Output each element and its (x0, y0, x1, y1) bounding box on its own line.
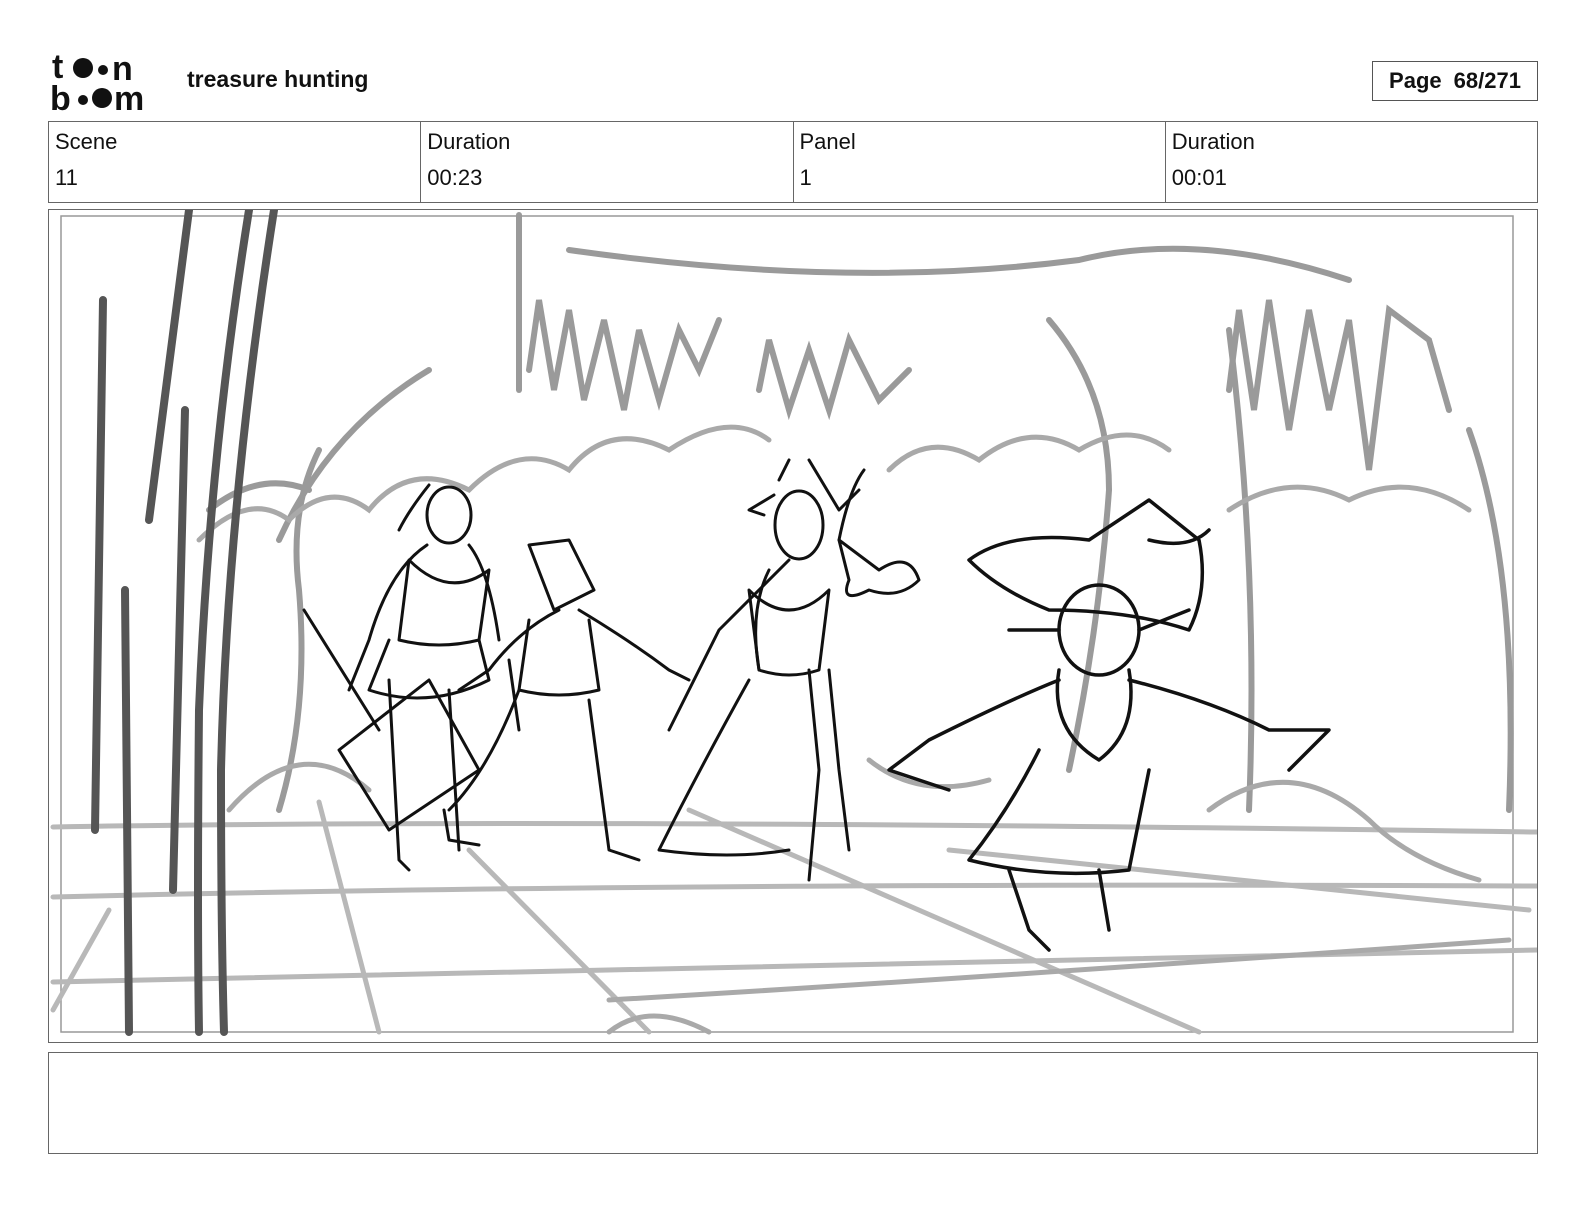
panel-duration-cell: Duration 00:01 (1166, 122, 1537, 202)
storyboard-panel (48, 209, 1538, 1043)
safe-frame (60, 215, 1514, 1033)
panel-label: Panel (799, 129, 856, 154)
scene-duration-label: Duration (427, 129, 511, 154)
panel-cell: Panel 1 (794, 122, 1166, 202)
foreground-trunks (91, 210, 278, 1036)
panel-duration-label: Duration (1171, 129, 1255, 154)
toon-boom-logo: t n b m (50, 48, 166, 118)
scene-duration-cell: Duration 00:23 (421, 122, 794, 202)
elf-sorceress-character (657, 458, 921, 882)
panel-duration-value: 00:01 (1171, 165, 1227, 190)
panel-value: 1 (799, 165, 812, 190)
scene-label: Scene (55, 129, 118, 154)
forest-background (206, 212, 1514, 813)
rogue-character (442, 538, 691, 862)
scene-cell: Scene 11 (49, 122, 422, 202)
panel-notes (48, 1052, 1538, 1154)
floor-grid (50, 799, 1537, 1035)
svg-text:m: m (114, 80, 144, 114)
page-counter: Page 68/271 (1372, 61, 1538, 101)
warrior-character (302, 483, 501, 872)
page-value: 68/271 (1453, 68, 1521, 93)
scene-duration-value: 00:23 (427, 165, 483, 190)
storyboard-title: treasure hunting (187, 66, 369, 92)
scene-value: 11 (55, 165, 78, 190)
page-label: Page (1389, 68, 1442, 93)
panel-sketch (50, 210, 1537, 1036)
characters (302, 458, 1331, 952)
svg-text:b: b (50, 80, 71, 114)
panel-info-table: Scene 11 Duration 00:23 Panel 1 Duration… (48, 121, 1538, 203)
